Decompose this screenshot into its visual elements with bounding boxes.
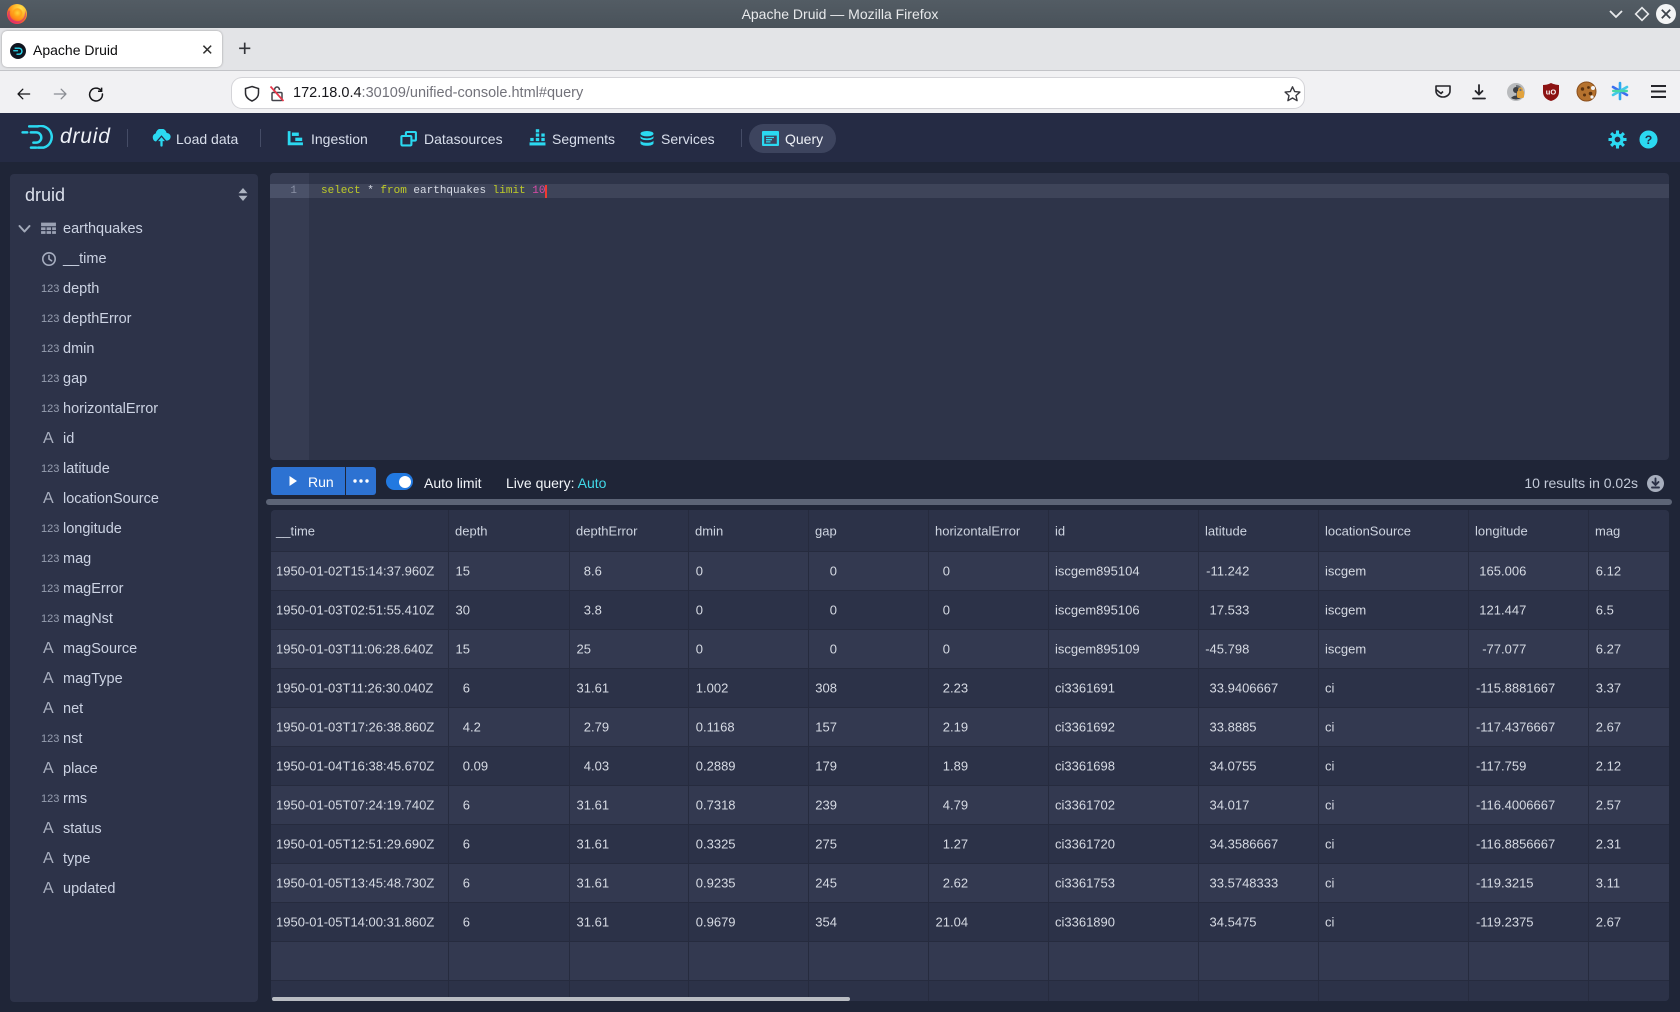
svg-text:?: ? <box>1645 133 1653 147</box>
svg-text:uO: uO <box>1546 88 1557 97</box>
